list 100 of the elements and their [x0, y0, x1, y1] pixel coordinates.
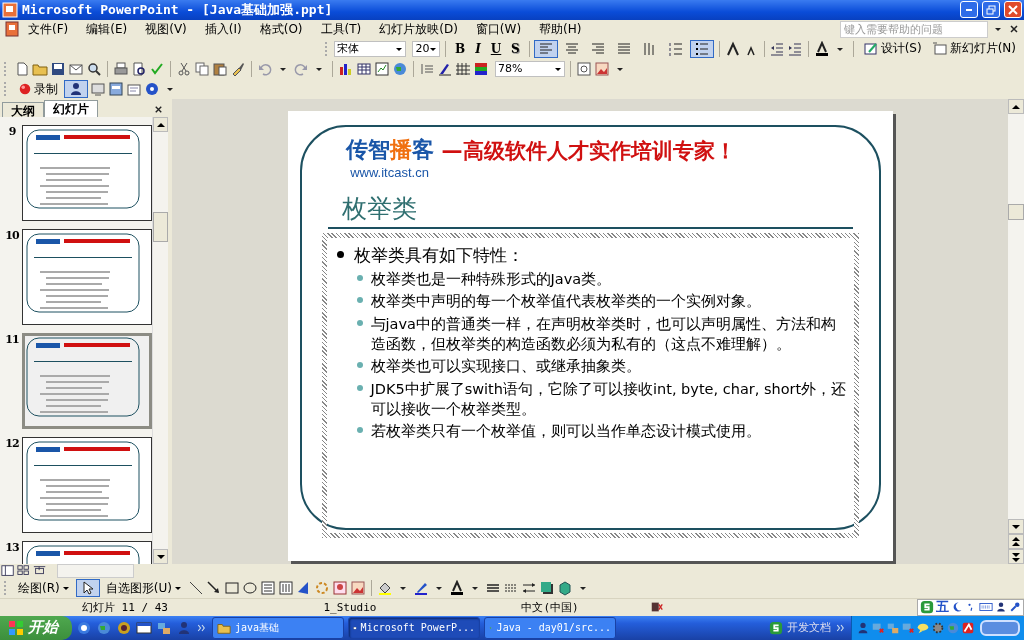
panel-tab[interactable]: 大纲 [2, 102, 44, 118]
new-slide-button[interactable]: 新幻灯片(N) [927, 39, 1020, 58]
bar-chart-icon[interactable] [338, 61, 354, 77]
panel-tab[interactable]: 幻灯片 [44, 100, 98, 118]
slide-thumbnail[interactable] [22, 437, 152, 534]
sogou-icon[interactable] [769, 621, 783, 635]
ime-toolbar[interactable]: 五 [917, 599, 1024, 616]
cube-icon[interactable] [556, 580, 573, 597]
menu-item[interactable]: 格式(O) [253, 19, 309, 39]
scroll-down-icon[interactable] [1012, 523, 1020, 530]
scroll-down-icon[interactable] [156, 553, 165, 560]
image-icon[interactable] [349, 580, 366, 597]
moon-icon[interactable] [951, 601, 963, 614]
clip-art-icon[interactable] [331, 580, 348, 597]
menu-item[interactable]: 插入(I) [198, 19, 248, 39]
menu-item[interactable]: 窗口(W) [469, 19, 528, 39]
color-icon[interactable] [473, 61, 489, 77]
autoshapes-menu-button[interactable]: 自选图形(U) [101, 579, 186, 598]
brush-icon[interactable] [230, 61, 246, 77]
person-button[interactable] [64, 80, 88, 99]
shadow-icon[interactable] [538, 580, 555, 597]
toolbar-label[interactable]: 开发文档 [787, 620, 831, 636]
table-icon[interactable] [356, 61, 372, 77]
ellipse-icon[interactable] [241, 580, 258, 597]
sogou-icon[interactable] [920, 600, 934, 615]
select-button[interactable] [75, 579, 100, 598]
dropdown-arrow-icon[interactable] [61, 584, 70, 593]
previous-slide-icon[interactable] [1012, 536, 1020, 547]
minimize-button[interactable] [960, 1, 978, 19]
help-icon[interactable] [576, 61, 592, 77]
input-mode[interactable]: 五 [936, 598, 949, 617]
print-preview-icon[interactable] [131, 61, 147, 77]
taskbar-button[interactable]: java基础 [212, 617, 344, 639]
menu-item[interactable]: 视图(V) [139, 19, 193, 39]
fill-bucket-icon[interactable] [376, 580, 393, 597]
slide-thumbnail[interactable] [22, 333, 152, 430]
slide-thumbnail[interactable] [22, 125, 152, 222]
chat-icon[interactable] [916, 621, 930, 635]
bullet-list-button[interactable] [690, 39, 715, 58]
grid-icon[interactable] [455, 61, 471, 77]
design-button[interactable]: 设计(S) [858, 39, 926, 58]
paste-icon[interactable] [212, 61, 228, 77]
increase-indent-icon[interactable] [787, 40, 804, 57]
next-slide-icon[interactable] [1012, 551, 1020, 562]
menu-item[interactable]: 帮助(H) [533, 19, 588, 39]
clock-area[interactable] [980, 620, 1020, 636]
draw-menu-button[interactable]: 绘图(R) [14, 579, 74, 598]
search-icon[interactable] [86, 61, 102, 77]
zoom-dropdown[interactable]: 78% [495, 61, 565, 77]
align-left-button[interactable] [534, 39, 559, 58]
taskbar-button[interactable]: Microsoft PowerP... [348, 617, 480, 639]
italic-button[interactable]: I [471, 39, 485, 58]
line-icon[interactable] [187, 580, 204, 597]
record-button[interactable]: 录制 [14, 80, 62, 99]
dropdown-arrow-icon[interactable] [554, 65, 562, 73]
wrench-icon[interactable] [1009, 601, 1021, 614]
window-icon[interactable] [136, 620, 152, 636]
font-size-dropdown[interactable]: 20 [412, 40, 441, 57]
menu-item[interactable]: 文件(F) [22, 19, 75, 39]
menu-item[interactable]: 编辑(E) [80, 19, 134, 39]
normal-view-icon[interactable] [1, 564, 15, 579]
chevron-icon[interactable] [835, 622, 847, 634]
format-icon[interactable] [437, 61, 453, 77]
restore-button[interactable] [982, 1, 1000, 19]
save-icon[interactable] [50, 61, 66, 77]
new-document-icon[interactable] [14, 61, 30, 77]
scroll-up-icon[interactable] [156, 121, 165, 128]
underline-button[interactable]: U [487, 39, 505, 58]
slide-thumbnail[interactable] [22, 229, 152, 326]
menu-item[interactable]: 幻灯片放映(D) [373, 19, 464, 39]
close-button[interactable] [1004, 1, 1022, 19]
scroll-up-icon[interactable] [1012, 103, 1020, 110]
grow-font-icon[interactable] [724, 40, 741, 57]
scroll-thumb[interactable] [1008, 204, 1024, 221]
printer-icon[interactable] [113, 61, 129, 77]
text-color-icon[interactable] [448, 580, 465, 597]
document-icon[interactable] [4, 21, 20, 38]
help-search-field[interactable]: 键入需要帮助的问题 [840, 20, 988, 38]
copy-icon[interactable] [194, 61, 210, 77]
scissors-icon[interactable] [176, 61, 192, 77]
chevron-icon[interactable] [196, 622, 208, 634]
bold-button[interactable]: B [451, 39, 470, 58]
taskbar-button[interactable]: Java - day01/src... [484, 617, 616, 639]
scrollbar[interactable] [1008, 99, 1024, 565]
pen-icon[interactable] [412, 580, 429, 597]
network-icon[interactable] [156, 620, 172, 636]
person-icon[interactable] [995, 601, 1007, 614]
scrollbar[interactable] [152, 117, 168, 565]
decrease-indent-icon[interactable] [769, 40, 786, 57]
scroll-thumb[interactable] [153, 212, 168, 243]
horizontal-scrollbar[interactable] [57, 564, 134, 579]
font-dropdown[interactable]: 宋体 [333, 40, 407, 57]
dropdown-arrow-icon[interactable] [173, 584, 182, 593]
shadow-button[interactable]: S [507, 39, 524, 58]
image-icon[interactable] [594, 61, 610, 77]
menu-item[interactable]: 工具(T) [314, 19, 368, 39]
panel-icon[interactable] [108, 81, 124, 98]
text-box-icon[interactable] [259, 580, 276, 597]
window-chart-icon[interactable] [374, 61, 390, 77]
mail-icon[interactable] [68, 61, 84, 77]
